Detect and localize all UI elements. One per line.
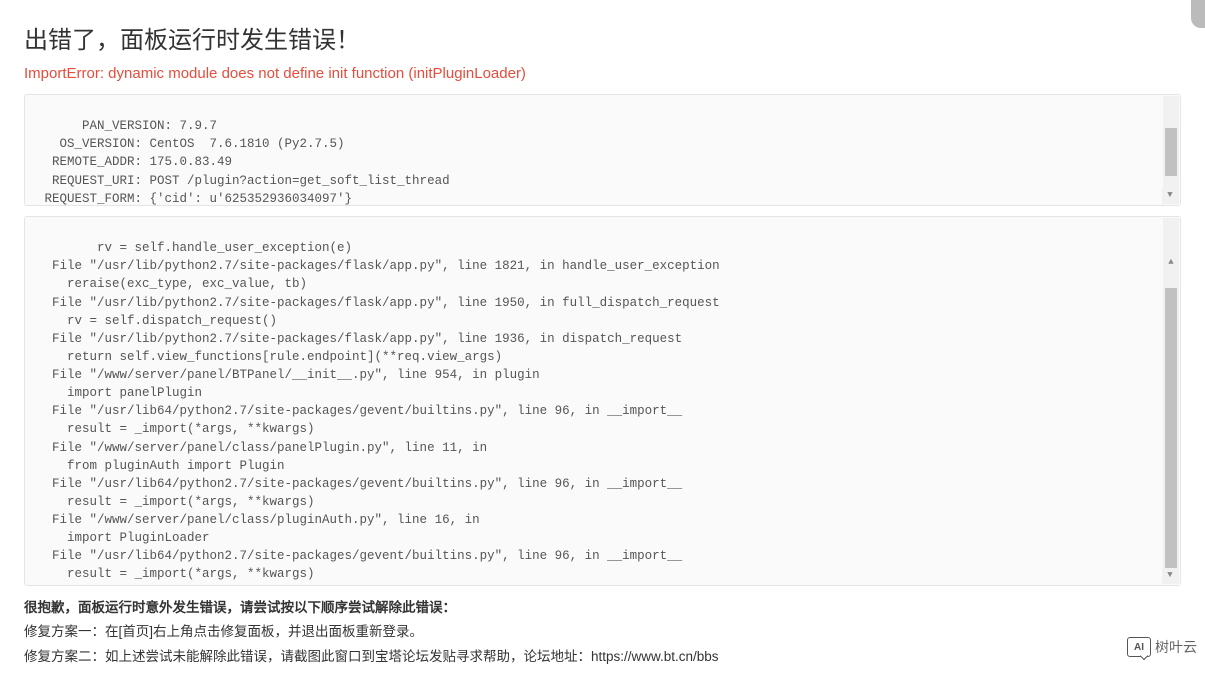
close-corner-decoration[interactable] (1191, 0, 1205, 28)
traceback-block: rv = self.handle_user_exception(e) File … (24, 216, 1181, 586)
page-title: 出错了，面板运行时发生错误！ (24, 20, 1181, 55)
scrollbar-track[interactable]: ▲ ▼ (1163, 96, 1179, 204)
scroll-up-icon[interactable]: ▲ (1163, 254, 1179, 270)
fix-option-2: 修复方案二：如上述尝试未能解除此错误，请截图此窗口到宝塔论坛发贴寻求帮助，论坛地… (24, 645, 1181, 669)
scrollbar-thumb[interactable] (1165, 128, 1177, 176)
traceback-text: rv = self.handle_user_exception(e) File … (37, 241, 720, 586)
ai-icon: AI (1127, 637, 1151, 657)
request-info-block: PAN_VERSION: 7.9.7 OS_VERSION: CentOS 7.… (24, 94, 1181, 206)
watermark-label: 树叶云 (1155, 637, 1197, 657)
error-panel: 出错了，面板运行时发生错误！ ImportError: dynamic modu… (0, 0, 1205, 689)
footer-help: 很抱歉，面板运行时意外发生错误，请尝试按以下顺序尝试解除此错误： 修复方案一：在… (24, 596, 1181, 669)
fix-option-1: 修复方案一：在[首页]右上角点击修复面板，并退出面板重新登录。 (24, 620, 1181, 644)
scroll-down-icon[interactable]: ▼ (1162, 188, 1178, 204)
scroll-down-icon[interactable]: ▼ (1162, 568, 1178, 584)
watermark: AI 树叶云 (1127, 637, 1197, 657)
error-message: ImportError: dynamic module does not def… (24, 65, 1181, 82)
apology-text: 很抱歉，面板运行时意外发生错误，请尝试按以下顺序尝试解除此错误： (24, 596, 1181, 620)
scrollbar-thumb[interactable] (1165, 288, 1177, 568)
scrollbar-track[interactable]: ▲ ▼ (1163, 218, 1179, 584)
request-info-text: PAN_VERSION: 7.9.7 OS_VERSION: CentOS 7.… (37, 119, 975, 206)
